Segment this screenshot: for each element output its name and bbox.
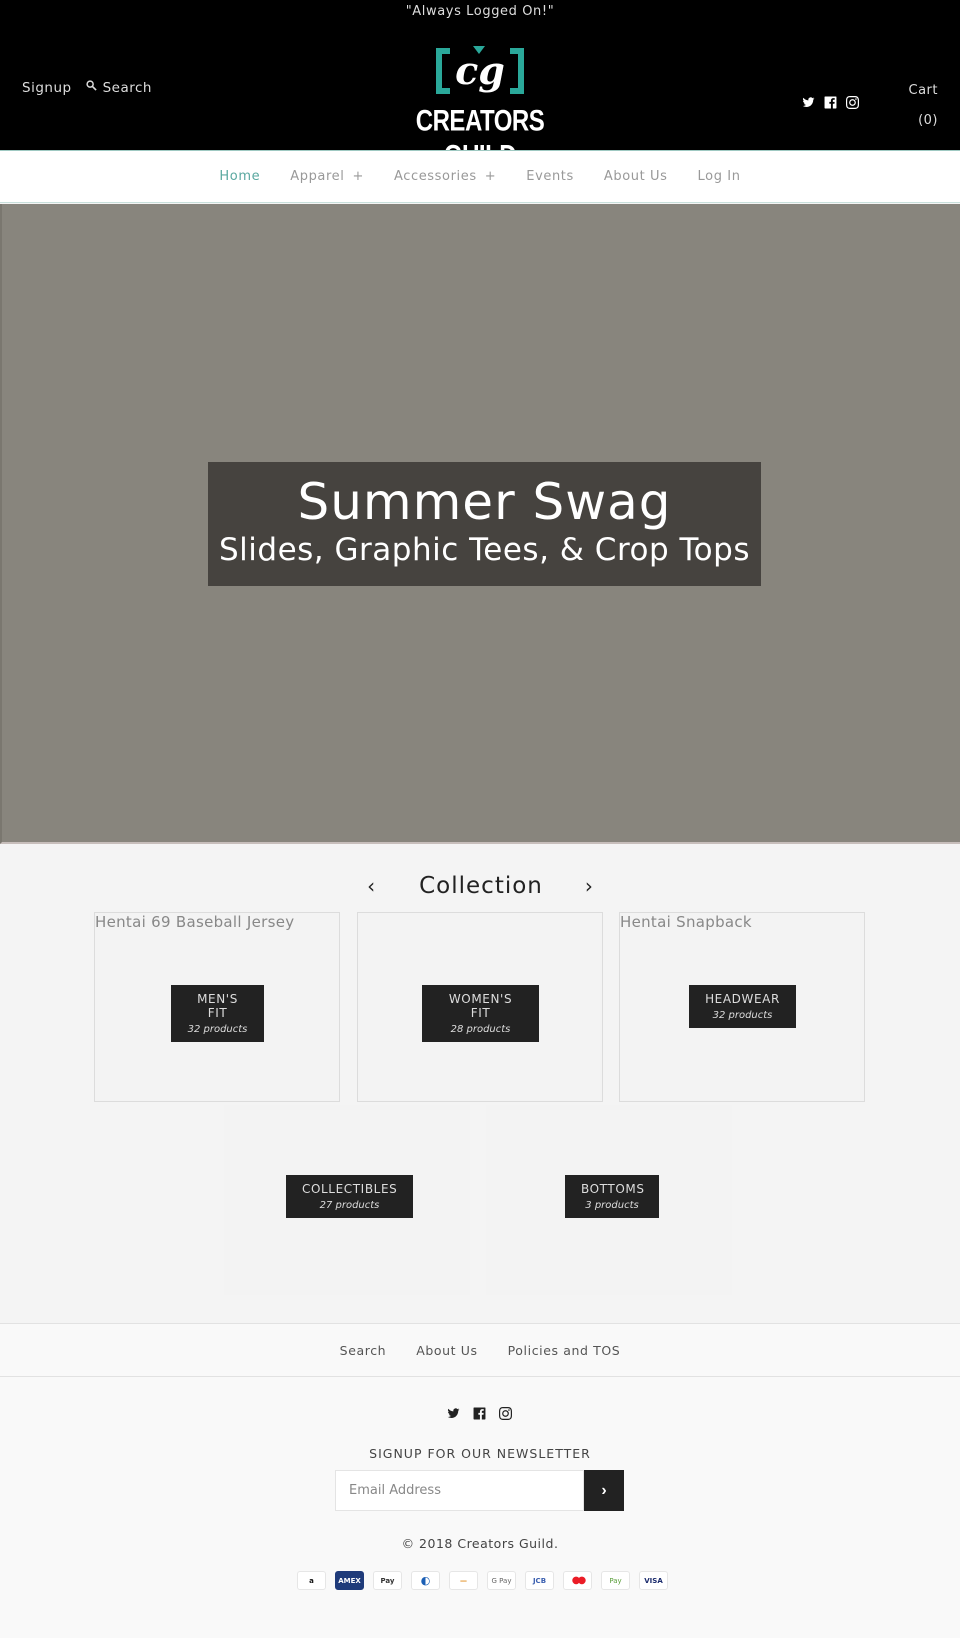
nav-item-label: Apparel	[290, 169, 345, 184]
collection-count: 32 products	[712, 1010, 773, 1021]
collection-tile-headwear[interactable]: Hentai Snapback HEADWEAR 32 products	[619, 912, 865, 1102]
chevron-right-icon[interactable]: ›	[577, 874, 601, 898]
instagram-icon	[846, 96, 859, 109]
collection-label: COLLECTIBLES 27 products	[286, 1175, 413, 1218]
google-pay-payment-icon: G Pay	[487, 1571, 516, 1590]
collection-name: WOMEN'S	[448, 992, 513, 1006]
announcement-bar: "Always Logged On!"	[405, 4, 555, 19]
collection-header: ‹ Collection ›	[0, 868, 960, 904]
collection-label: BOTTOMS 3 products	[565, 1175, 659, 1218]
twitter-icon	[802, 97, 815, 107]
instagram-link[interactable]	[499, 1405, 512, 1424]
chevron-left-icon[interactable]: ‹	[359, 874, 383, 898]
footer-social-links	[447, 1405, 512, 1424]
collection-tile-mens-fit[interactable]: Hentai 69 Baseball Jersey MEN'S FIT 32 p…	[94, 912, 340, 1102]
collection-count: 27 products	[319, 1200, 380, 1211]
hero-caption: Summer Swag Slides, Graphic Tees, & Crop…	[208, 462, 761, 586]
search-icon	[85, 80, 97, 91]
nav-item-label: Events	[526, 169, 574, 184]
footer-link-about-us[interactable]: About Us	[416, 1343, 477, 1358]
collection-name: MEN'S	[197, 992, 238, 1006]
visa-payment-icon: VISA	[639, 1571, 668, 1590]
facebook-link[interactable]	[473, 1405, 486, 1424]
facebook-link[interactable]	[824, 94, 837, 113]
footer-link-policies[interactable]: Policies and TOS	[508, 1343, 621, 1358]
collection-title: Collection	[419, 873, 543, 899]
collection-name-line2: FIT	[470, 1006, 491, 1020]
facebook-icon	[824, 96, 837, 109]
collection-tile-collectibles[interactable]: COLLECTIBLES 27 products	[224, 1105, 470, 1295]
cart-link[interactable]: Cart (0)	[909, 76, 939, 136]
nav-item-log-in[interactable]: Log In	[698, 169, 741, 184]
site-header: "Always Logged On!" Signup Search cg CRE…	[0, 0, 960, 173]
main-nav: Home Apparel + Accessories + Events About …	[0, 150, 960, 203]
collection-label: MEN'S FIT 32 products	[171, 985, 264, 1042]
nav-item-apparel[interactable]: Apparel +	[290, 169, 364, 184]
collection-count: 32 products	[187, 1024, 248, 1035]
nav-item-label: Log In	[697, 169, 741, 184]
nav-item-about-us[interactable]: About Us	[604, 169, 668, 184]
search-link-label: Search	[102, 80, 152, 96]
chevron-right-icon: ›	[601, 1481, 607, 1499]
newsletter-email-input[interactable]	[335, 1470, 584, 1511]
header-left-links: Signup Search	[22, 80, 152, 96]
collection-name: BOTTOMS	[581, 1182, 645, 1196]
footer-link-search[interactable]: Search	[340, 1343, 387, 1358]
cart-count: (0)	[918, 113, 938, 128]
twitter-icon	[447, 1408, 460, 1418]
newsletter-form: ›	[335, 1470, 624, 1511]
collection-name-line2: FIT	[207, 1006, 228, 1020]
collection-tile-bottoms[interactable]: BOTTOMS 3 products	[486, 1105, 732, 1295]
nav-item-label: Accessories	[393, 169, 477, 184]
collection-count: 28 products	[450, 1024, 511, 1035]
collection-name: COLLECTIBLES	[302, 1182, 398, 1196]
collection-name: HEADWEAR	[705, 992, 780, 1006]
jcb-payment-icon: JCB	[525, 1571, 554, 1590]
discover-payment-icon: —	[449, 1571, 478, 1590]
footer-links: Search About Us Policies and TOS	[0, 1323, 960, 1377]
nav-item-home[interactable]: Home	[219, 169, 260, 184]
instagram-link[interactable]	[846, 94, 859, 113]
mastercard-payment-icon: ●●	[563, 1571, 592, 1590]
logo-monogram: cg	[455, 48, 505, 93]
amex-payment-icon: AMEX	[335, 1571, 364, 1590]
copyright: © 2018 Creators Guild.	[401, 1536, 559, 1551]
nav-item-events[interactable]: Events	[526, 169, 574, 184]
newsletter-submit-button[interactable]: ›	[584, 1470, 624, 1511]
plus-icon: +	[484, 169, 497, 184]
hero-title: Summer Swag	[297, 473, 672, 531]
instagram-icon	[499, 1407, 512, 1420]
collection-label: HEADWEAR 32 products	[689, 985, 796, 1028]
newsletter-title: SIGNUP FOR OUR NEWSLETTER	[369, 1446, 591, 1461]
hero-subtitle: Slides, Graphic Tees, & Crop Tops	[219, 532, 750, 568]
cart-label: Cart	[908, 83, 938, 98]
logo-mark: cg	[436, 46, 524, 96]
header-social-links	[802, 94, 859, 113]
collection-tile-womens-fit[interactable]: WOMEN'S FIT 28 products	[357, 912, 603, 1102]
amazon-payment-icon: a	[297, 1571, 326, 1590]
plus-icon: +	[352, 169, 364, 184]
collection-label: WOMEN'S FIT 28 products	[422, 985, 539, 1042]
facebook-icon	[473, 1407, 486, 1420]
signup-link[interactable]: Signup	[22, 80, 72, 96]
tile-image-alt: Hentai 69 Baseball Jersey	[95, 913, 295, 931]
payment-icons: a AMEX Pay ◐ — G Pay JCB ●● Pay VISA	[297, 1571, 668, 1590]
site-logo[interactable]: cg CREATORS GUILD	[400, 40, 560, 173]
apple-pay-payment-icon: Pay	[373, 1571, 402, 1590]
site-footer: SIGNUP FOR OUR NEWSLETTER › © 2018 Creat…	[0, 1377, 960, 1638]
search-link[interactable]: Search	[85, 80, 152, 96]
nav-item-accessories[interactable]: Accessories +	[394, 169, 496, 184]
diners-club-payment-icon: ◐	[411, 1571, 440, 1590]
nav-item-label: Home	[219, 169, 261, 184]
nav-item-label: About Us	[603, 169, 668, 184]
tile-image-alt: Hentai Snapback	[620, 913, 752, 931]
hero-banner[interactable]: Summer Swag Slides, Graphic Tees, & Crop…	[0, 204, 960, 844]
collection-count: 3 products	[585, 1200, 639, 1211]
shopify-pay-payment-icon: Pay	[601, 1571, 630, 1590]
twitter-link[interactable]	[447, 1405, 460, 1424]
twitter-link[interactable]	[802, 94, 815, 113]
